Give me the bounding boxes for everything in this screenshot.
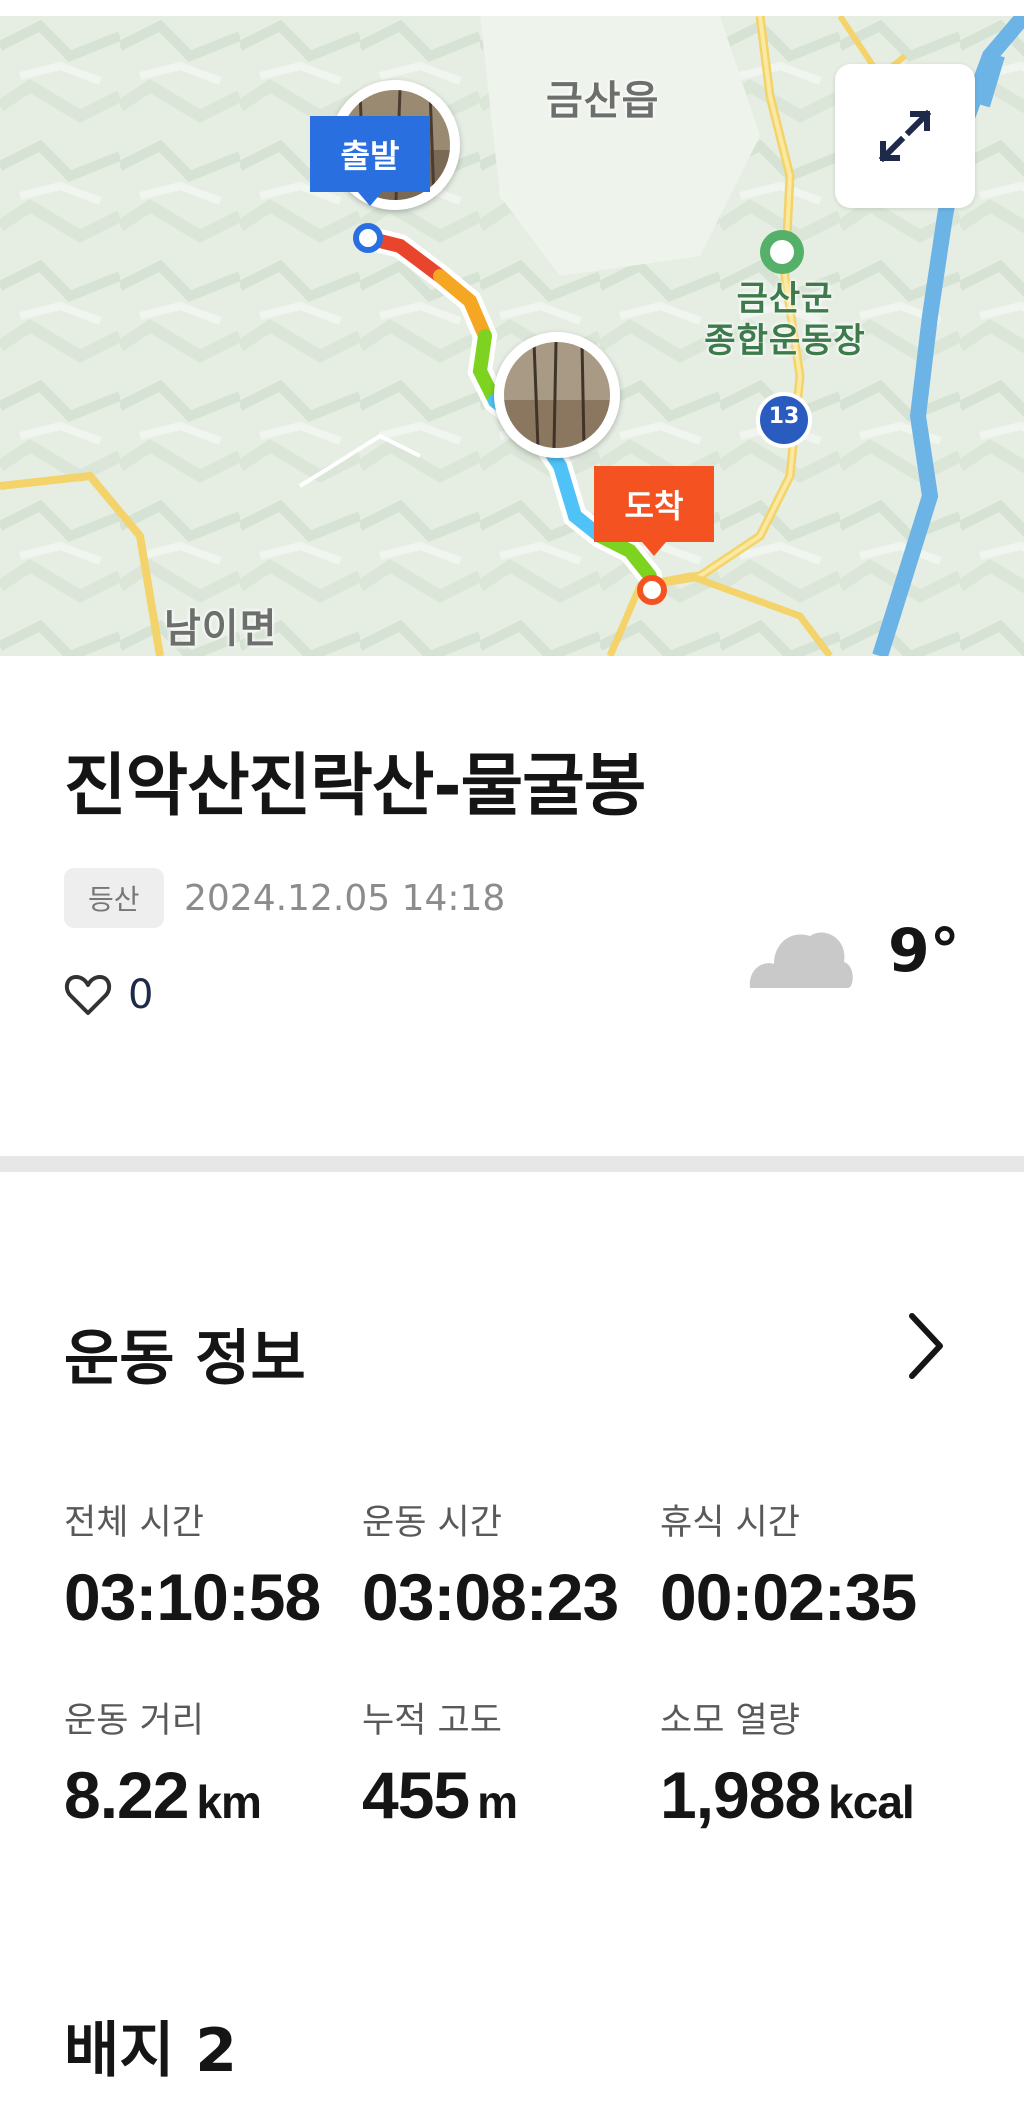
stat-label: 휴식 시간	[660, 1503, 800, 1543]
expand-arrows-icon	[878, 109, 932, 163]
stat-distance: 운동 거리 8.22 km	[64, 1692, 262, 1833]
stat-label: 소모 열량	[660, 1701, 800, 1741]
photo-marker-2[interactable]	[494, 332, 620, 458]
stat-number: 455	[362, 1758, 470, 1832]
end-pin: 도착	[594, 466, 714, 556]
expand-map-button[interactable]	[835, 64, 975, 208]
stat-number: 8.22	[64, 1758, 189, 1832]
stat-unit: m	[477, 1776, 518, 1828]
stat-number: 03:10:58	[64, 1560, 321, 1634]
like-button[interactable]: 0	[64, 972, 153, 1018]
stat-value: 03:08:23	[362, 1559, 619, 1635]
stat-label: 운동 시간	[362, 1503, 502, 1543]
stat-label: 누적 고도	[362, 1701, 502, 1741]
cloud-icon	[744, 912, 856, 996]
route-shield-label: 13	[768, 404, 800, 429]
stat-value: 00:02:35	[660, 1559, 917, 1635]
map-label-town-bottom: 남이면	[164, 606, 278, 652]
activity-datetime: 2024.12.05 14:18	[184, 878, 506, 919]
stat-unit: kcal	[828, 1776, 915, 1828]
stat-calories: 소모 열량 1,988 kcal	[660, 1692, 915, 1833]
section-divider	[0, 1156, 1024, 1172]
stat-number: 03:08:23	[362, 1560, 619, 1634]
stat-value: 8.22 km	[64, 1757, 262, 1833]
stat-total-time: 전체 시간 03:10:58	[64, 1494, 321, 1635]
temperature: 9°	[888, 916, 960, 986]
status-strip	[0, 0, 1024, 16]
landmark-line-2: 종합운동장	[704, 321, 866, 361]
stat-exercise-time: 운동 시간 03:08:23	[362, 1494, 619, 1635]
stat-unit: km	[196, 1776, 261, 1828]
stat-rest-time: 휴식 시간 00:02:35	[660, 1494, 917, 1635]
stat-value: 03:10:58	[64, 1559, 321, 1635]
exercise-info-title: 운동 정보	[64, 1324, 306, 1394]
stat-number: 00:02:35	[660, 1560, 917, 1634]
map-label-town-top: 금산읍	[546, 78, 660, 124]
badges-title: 배지 2	[64, 2016, 238, 2086]
stat-value: 455 m	[362, 1757, 518, 1833]
heart-icon	[64, 975, 112, 1015]
chevron-right-icon[interactable]	[898, 1310, 954, 1382]
stat-value: 1,988 kcal	[660, 1757, 915, 1833]
route-map[interactable]: 금산읍 남이면 금산군 종합운동장 13 출발 도착	[0, 16, 1024, 656]
stat-number: 1,988	[660, 1758, 821, 1832]
start-pin: 출발	[310, 116, 430, 206]
stat-label: 운동 거리	[64, 1701, 204, 1741]
activity-title: 진악산진락산-물굴봉	[64, 747, 646, 826]
like-count: 0	[128, 972, 154, 1018]
landmark-line-1: 금산군	[736, 279, 834, 319]
category-tag: 등산	[64, 868, 164, 928]
map-label-landmark: 금산군 종합운동장	[700, 278, 870, 362]
stat-label: 전체 시간	[64, 1503, 204, 1543]
photo-thumbnail-2	[504, 342, 610, 448]
stat-elevation: 누적 고도 455 m	[362, 1692, 518, 1833]
